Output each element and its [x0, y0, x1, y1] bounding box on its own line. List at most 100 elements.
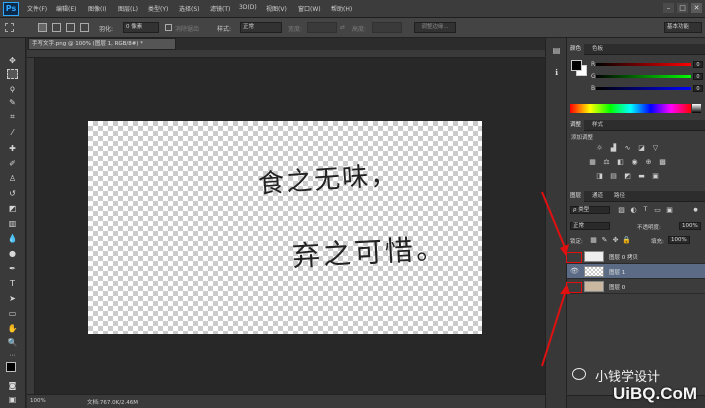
- blue-slider[interactable]: [596, 87, 691, 90]
- pen-tool-icon[interactable]: ✒: [7, 264, 18, 274]
- lock-position-icon[interactable]: ✥: [611, 236, 620, 244]
- brightness-contrast-icon[interactable]: ☼: [595, 144, 604, 152]
- photo-filter-icon[interactable]: ◉: [630, 158, 639, 166]
- quick-select-tool-icon[interactable]: ✎: [7, 98, 18, 108]
- eraser-tool-icon[interactable]: ◩: [7, 204, 18, 214]
- filter-pixel-icon[interactable]: ▨: [617, 206, 626, 214]
- feather-input[interactable]: 0 像素: [123, 22, 159, 33]
- posterize-icon[interactable]: ▤: [609, 172, 618, 180]
- gradient-tool-icon[interactable]: ▥: [7, 219, 18, 229]
- tab-styles[interactable]: 样式: [589, 120, 606, 131]
- menu-select[interactable]: 选择(S): [179, 4, 200, 13]
- red-value[interactable]: 0: [693, 61, 703, 68]
- menu-edit[interactable]: 编辑(E): [56, 4, 76, 13]
- filter-type-icon[interactable]: T: [641, 206, 650, 214]
- intersect-selection-icon[interactable]: [80, 23, 89, 32]
- antialias-checkbox[interactable]: [165, 24, 172, 31]
- height-input[interactable]: [372, 22, 402, 33]
- quick-mask-icon[interactable]: ◙: [7, 381, 18, 391]
- menu-help[interactable]: 帮助(H): [331, 4, 352, 13]
- hand-tool-icon[interactable]: ✋: [7, 324, 18, 334]
- close-button[interactable]: ✕: [691, 3, 702, 13]
- swap-icon[interactable]: ⇄: [340, 24, 345, 31]
- selective-color-icon[interactable]: ▣: [651, 172, 660, 180]
- color-balance-icon[interactable]: ⚖: [602, 158, 611, 166]
- red-slider[interactable]: [596, 63, 691, 66]
- path-select-tool-icon[interactable]: ➤: [7, 294, 18, 304]
- tab-color[interactable]: 颜色: [567, 44, 585, 55]
- foreground-color-swatch[interactable]: [6, 362, 16, 372]
- zoom-tool-icon[interactable]: 🔍: [7, 338, 18, 348]
- menu-image[interactable]: 图像(I): [88, 4, 106, 13]
- tab-adjustments[interactable]: 调整: [567, 120, 585, 131]
- crop-tool-icon[interactable]: ⌗: [7, 112, 18, 122]
- clone-stamp-tool-icon[interactable]: ♙: [7, 174, 18, 184]
- lock-pixels-icon[interactable]: ✎: [600, 236, 609, 244]
- green-value[interactable]: 0: [693, 73, 703, 80]
- filter-smart-icon[interactable]: ▣: [665, 206, 674, 214]
- color-spectrum-bar[interactable]: [570, 104, 691, 113]
- brush-tool-icon[interactable]: ✐: [7, 159, 18, 169]
- tab-swatches[interactable]: 色板: [589, 44, 606, 55]
- black-white-icon[interactable]: ◧: [616, 158, 625, 166]
- menu-file[interactable]: 文件(F): [27, 4, 47, 13]
- minimize-button[interactable]: –: [663, 3, 674, 13]
- shape-tool-icon[interactable]: ▭: [7, 309, 18, 319]
- layer-row[interactable]: 图层 0 拷贝: [567, 249, 705, 264]
- workspace-select[interactable]: 基本功能: [664, 22, 702, 33]
- edit-toolbar-icon[interactable]: ⋯: [7, 351, 18, 361]
- fill-input[interactable]: 100%: [668, 236, 690, 244]
- type-tool-icon[interactable]: T: [7, 279, 18, 289]
- refine-edge-button[interactable]: 调整边缘...: [414, 22, 456, 33]
- maximize-button[interactable]: □: [677, 3, 688, 13]
- dodge-tool-icon[interactable]: ●: [7, 249, 18, 259]
- blur-tool-icon[interactable]: 💧: [7, 234, 18, 244]
- curves-icon[interactable]: ∿: [623, 144, 632, 152]
- levels-icon[interactable]: ▟: [609, 144, 618, 152]
- screen-mode-icon[interactable]: ▣: [7, 395, 18, 405]
- tab-channels[interactable]: 通道: [589, 191, 606, 202]
- layer-row-selected[interactable]: 👁 图层 1: [567, 264, 705, 279]
- vibrance-icon[interactable]: ▽: [651, 144, 660, 152]
- history-panel-icon[interactable]: ▤: [551, 46, 562, 56]
- menu-type[interactable]: 类型(Y): [148, 4, 168, 13]
- subtract-selection-icon[interactable]: [66, 23, 75, 32]
- grayscale-ramp[interactable]: [692, 104, 701, 113]
- menu-layer[interactable]: 图层(L): [118, 4, 138, 13]
- add-selection-icon[interactable]: [52, 23, 61, 32]
- width-input[interactable]: [307, 22, 337, 33]
- filter-shape-icon[interactable]: ▭: [653, 206, 662, 214]
- healing-brush-tool-icon[interactable]: ✚: [7, 144, 18, 154]
- document-info[interactable]: 文档:767.0K/2.46M: [87, 398, 138, 406]
- layer-filter-select[interactable]: ρ 类型: [570, 206, 610, 214]
- rect-marquee-tool-icon[interactable]: [7, 69, 18, 79]
- exposure-icon[interactable]: ◪: [637, 144, 646, 152]
- lasso-tool-icon[interactable]: ϙ: [7, 84, 18, 94]
- tab-paths[interactable]: 路径: [611, 191, 628, 202]
- menu-3d[interactable]: 3D(D): [239, 4, 257, 11]
- layer-name[interactable]: 图层 1: [609, 268, 625, 276]
- lock-all-icon[interactable]: 🔒: [622, 236, 631, 244]
- menu-window[interactable]: 窗口(W): [298, 4, 321, 13]
- menu-filter[interactable]: 滤镜(T): [210, 4, 230, 13]
- lock-transparency-icon[interactable]: ▦: [589, 236, 598, 244]
- layer-name[interactable]: 图层 0: [609, 283, 625, 291]
- history-brush-tool-icon[interactable]: ↺: [7, 189, 18, 199]
- move-tool-icon[interactable]: ✥: [7, 56, 18, 66]
- hue-saturation-icon[interactable]: ▦: [588, 158, 597, 166]
- new-selection-icon[interactable]: [38, 23, 47, 32]
- document-tab[interactable]: 手写文字.png @ 100% (图层 1, RGB/8#) *: [28, 38, 176, 50]
- zoom-level[interactable]: 100%: [30, 398, 46, 404]
- marquee-tool-icon[interactable]: [5, 23, 14, 32]
- layer-row[interactable]: 图层 0: [567, 279, 705, 294]
- blue-value[interactable]: 0: [693, 85, 703, 92]
- color-fg-swatch[interactable]: [571, 60, 582, 71]
- threshold-icon[interactable]: ◩: [623, 172, 632, 180]
- invert-icon[interactable]: ◨: [595, 172, 604, 180]
- document-canvas[interactable]: 食之无味， 弃之可惜。: [88, 121, 482, 334]
- style-select[interactable]: 正常: [240, 22, 282, 33]
- channel-mixer-icon[interactable]: ⊕: [644, 158, 653, 166]
- filter-adjustment-icon[interactable]: ◐: [629, 206, 638, 214]
- layer-name[interactable]: 图层 0 拷贝: [609, 253, 638, 261]
- properties-panel-icon[interactable]: ℹ: [551, 68, 562, 78]
